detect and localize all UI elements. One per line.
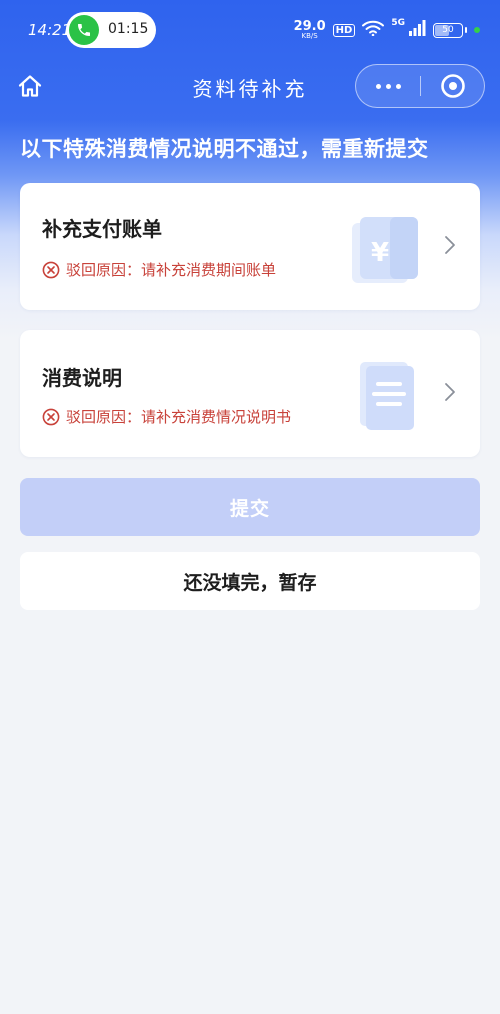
status-bar: 14:21 01:15 29.0 KB/S HD 5G 50 [0, 0, 500, 60]
error-circle-icon [42, 261, 60, 279]
reject-reason-text: 驳回原因：请补充消费期间账单 [66, 261, 277, 279]
more-dot [385, 83, 391, 89]
nav-bar: 资料待补充 [0, 60, 500, 112]
rejection-notice: 以下特殊消费情况说明不通过，需重新提交 [20, 137, 429, 161]
privacy-indicator-dot [474, 27, 480, 33]
chevron-right-icon [445, 383, 455, 401]
document-icon [350, 356, 422, 434]
status-time: 14:21 [28, 21, 72, 39]
target-close-icon [441, 74, 465, 98]
phone-icon [69, 15, 99, 45]
card-title: 消费说明 [42, 366, 122, 390]
card-title: 补充支付账单 [42, 217, 162, 241]
wifi-icon [362, 20, 385, 40]
more-dot [395, 83, 401, 89]
miniprogram-capsule [355, 64, 485, 108]
network-type: 5G [391, 18, 405, 28]
battery-cap [465, 27, 467, 33]
yuan-wallet-icon: ¥ [350, 209, 422, 287]
call-duration: 01:15 [108, 21, 149, 37]
reject-reason: 驳回原因：请补充消费期间账单 [42, 259, 276, 280]
error-circle-icon [42, 408, 60, 426]
more-menu-button[interactable] [356, 65, 420, 107]
supplement-bill-card[interactable]: 补充支付账单 驳回原因：请补充消费期间账单 ¥ [20, 183, 480, 310]
more-dot [375, 83, 381, 89]
svg-text:¥: ¥ [371, 238, 389, 268]
battery-icon: 50 [433, 22, 463, 38]
hd-badge: HD [332, 23, 356, 37]
submit-button[interactable]: 提交 [20, 478, 480, 536]
network-speed: 29.0 KB/S [293, 19, 326, 40]
chevron-right-icon [445, 236, 455, 254]
save-draft-button[interactable]: 还没填完，暂存 [20, 552, 480, 610]
close-miniprogram-button[interactable] [421, 65, 485, 107]
reject-reason: 驳回原因：请补充消费情况说明书 [42, 406, 291, 427]
ongoing-call-pill[interactable]: 01:15 [66, 12, 156, 48]
consumption-statement-card[interactable]: 消费说明 驳回原因：请补充消费情况说明书 [20, 330, 480, 457]
signal-icon [408, 20, 426, 40]
reject-reason-text: 驳回原因：请补充消费情况说明书 [66, 408, 292, 426]
